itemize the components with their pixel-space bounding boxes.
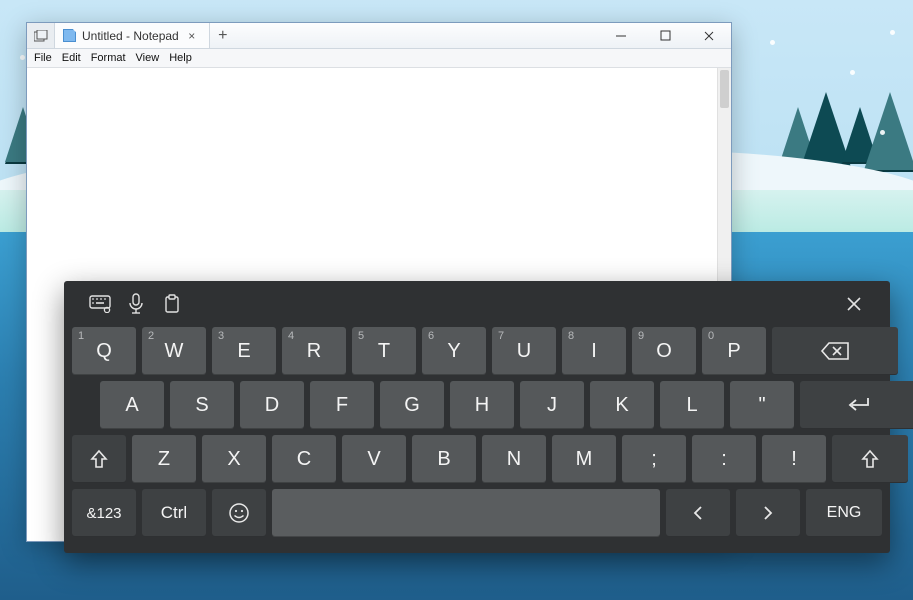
key-i[interactable]: 8I bbox=[562, 327, 626, 375]
touch-keyboard: 1Q 2W 3E 4R 5T 6Y 7U 8I 9O 0P A S D F G … bbox=[64, 281, 890, 553]
key-symbols[interactable]: &123 bbox=[72, 489, 136, 537]
key-shift-left[interactable] bbox=[72, 435, 126, 483]
key-c[interactable]: C bbox=[272, 435, 336, 483]
clipboard-icon[interactable] bbox=[154, 286, 190, 322]
key-n[interactable]: N bbox=[482, 435, 546, 483]
document-icon bbox=[63, 29, 76, 42]
key-a[interactable]: A bbox=[100, 381, 164, 429]
microphone-icon[interactable] bbox=[118, 286, 154, 322]
key-shift-right[interactable] bbox=[832, 435, 908, 483]
key-quote[interactable]: " bbox=[730, 381, 794, 429]
tab-untitled[interactable]: Untitled - Notepad × bbox=[55, 23, 210, 48]
key-emoji[interactable] bbox=[212, 489, 266, 537]
menu-edit[interactable]: Edit bbox=[57, 52, 86, 64]
key-s[interactable]: S bbox=[170, 381, 234, 429]
key-d[interactable]: D bbox=[240, 381, 304, 429]
scrollbar-thumb[interactable] bbox=[720, 70, 729, 108]
key-backspace[interactable] bbox=[772, 327, 898, 375]
key-b[interactable]: B bbox=[412, 435, 476, 483]
key-h[interactable]: H bbox=[450, 381, 514, 429]
key-enter[interactable] bbox=[800, 381, 913, 429]
keyboard-row-3: Z X C V B N M ; : ! bbox=[70, 435, 884, 483]
keyboard-row-1: 1Q 2W 3E 4R 5T 6Y 7U 8I 9O 0P bbox=[70, 327, 884, 375]
key-ctrl[interactable]: Ctrl bbox=[142, 489, 206, 537]
key-t[interactable]: 5T bbox=[352, 327, 416, 375]
key-arrow-left[interactable] bbox=[666, 489, 730, 537]
titlebar[interactable]: Untitled - Notepad × + bbox=[27, 23, 731, 49]
key-y[interactable]: 6Y bbox=[422, 327, 486, 375]
keyboard-row-2: A S D F G H J K L " bbox=[70, 381, 884, 429]
menu-help[interactable]: Help bbox=[164, 52, 197, 64]
key-g[interactable]: G bbox=[380, 381, 444, 429]
key-l[interactable]: L bbox=[660, 381, 724, 429]
key-language[interactable]: ENG bbox=[806, 489, 882, 537]
menu-view[interactable]: View bbox=[131, 52, 165, 64]
tab-overview-button[interactable] bbox=[27, 23, 55, 48]
key-j[interactable]: J bbox=[520, 381, 584, 429]
key-p[interactable]: 0P bbox=[702, 327, 766, 375]
key-r[interactable]: 4R bbox=[282, 327, 346, 375]
key-x[interactable]: X bbox=[202, 435, 266, 483]
key-w[interactable]: 2W bbox=[142, 327, 206, 375]
keyboard-row-4: &123 Ctrl ENG bbox=[70, 489, 884, 537]
keyboard-settings-icon[interactable] bbox=[82, 286, 118, 322]
menubar: File Edit Format View Help bbox=[27, 49, 731, 68]
maximize-button[interactable] bbox=[643, 23, 687, 48]
key-space[interactable] bbox=[272, 489, 660, 537]
key-semicolon[interactable]: ; bbox=[622, 435, 686, 483]
tab-title: Untitled - Notepad bbox=[82, 29, 179, 43]
menu-file[interactable]: File bbox=[29, 52, 57, 64]
key-z[interactable]: Z bbox=[132, 435, 196, 483]
key-e[interactable]: 3E bbox=[212, 327, 276, 375]
menu-format[interactable]: Format bbox=[86, 52, 131, 64]
key-u[interactable]: 7U bbox=[492, 327, 556, 375]
new-tab-button[interactable]: + bbox=[210, 24, 236, 48]
key-colon[interactable]: : bbox=[692, 435, 756, 483]
window-close-button[interactable] bbox=[687, 23, 731, 48]
key-v[interactable]: V bbox=[342, 435, 406, 483]
key-f[interactable]: F bbox=[310, 381, 374, 429]
keyboard-close-button[interactable] bbox=[836, 286, 872, 322]
key-q[interactable]: 1Q bbox=[72, 327, 136, 375]
key-arrow-right[interactable] bbox=[736, 489, 800, 537]
key-k[interactable]: K bbox=[590, 381, 654, 429]
key-m[interactable]: M bbox=[552, 435, 616, 483]
keyboard-toolbar bbox=[70, 281, 884, 327]
key-o[interactable]: 9O bbox=[632, 327, 696, 375]
tab-close-button[interactable]: × bbox=[185, 29, 199, 43]
minimize-button[interactable] bbox=[599, 23, 643, 48]
key-exclaim[interactable]: ! bbox=[762, 435, 826, 483]
